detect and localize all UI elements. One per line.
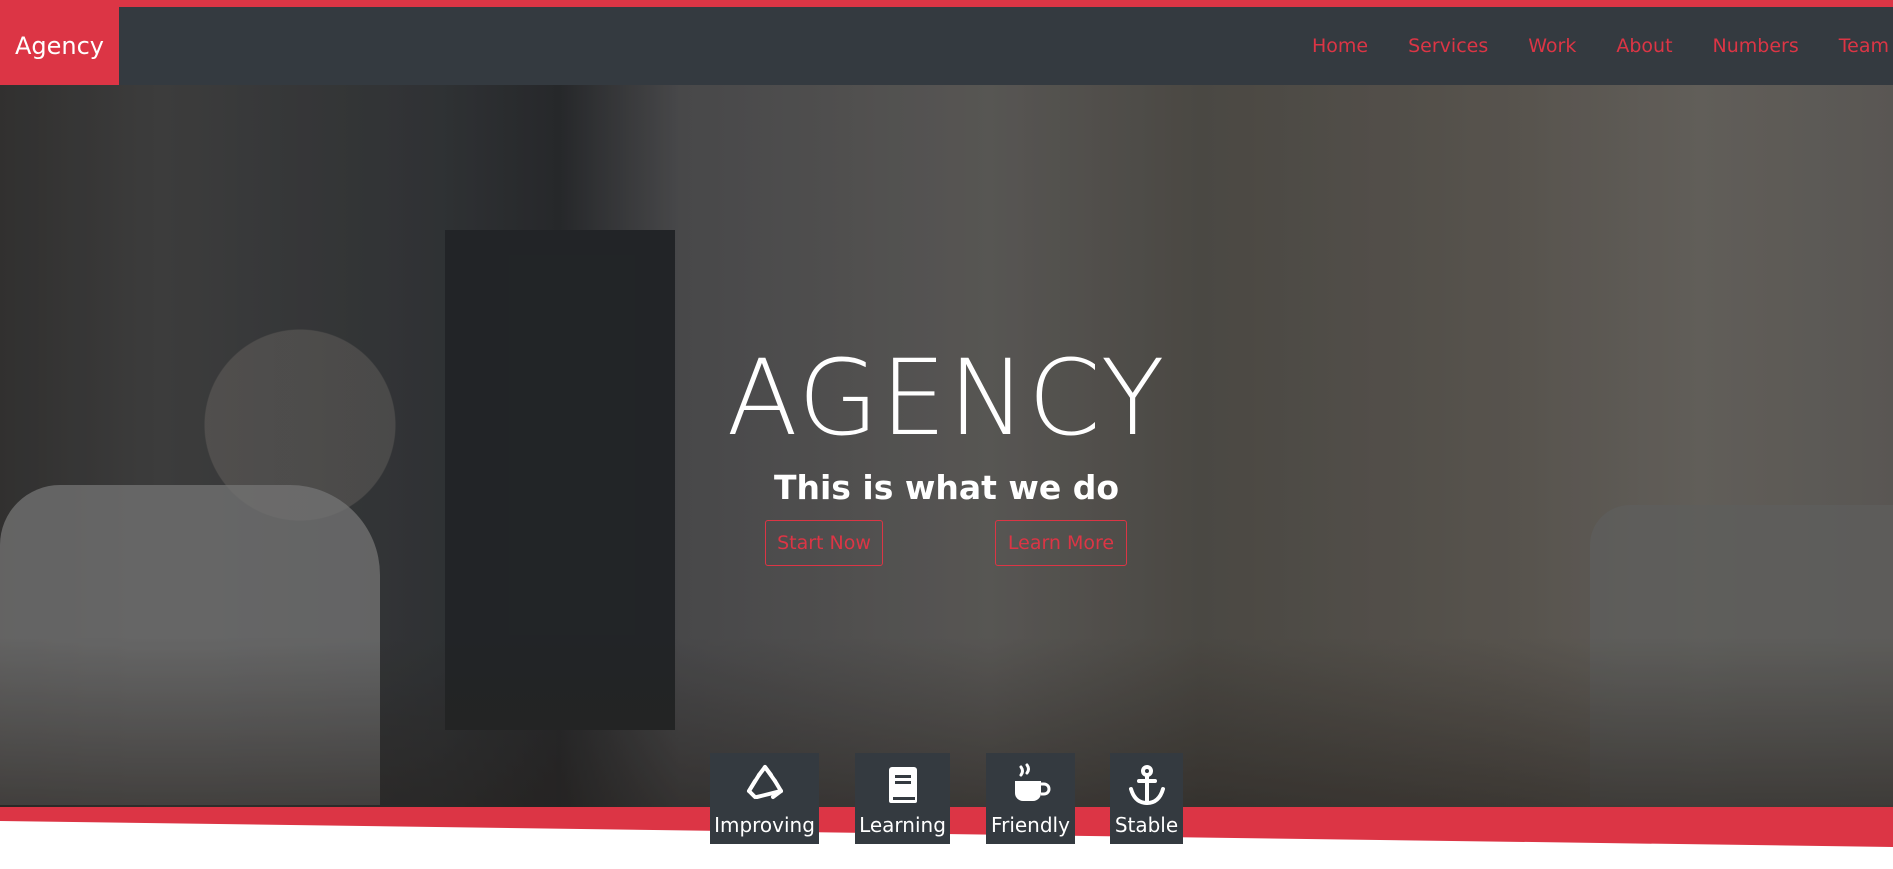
brand-logo[interactable]: Agency	[0, 7, 119, 85]
nav-link-services[interactable]: Services	[1408, 35, 1488, 57]
feature-stable[interactable]: Stable	[1110, 753, 1183, 844]
hero-subtitle: This is what we do	[773, 468, 1120, 507]
recycle-icon	[746, 764, 783, 799]
learn-more-button[interactable]: Learn More	[995, 520, 1127, 566]
feature-improving[interactable]: Improving	[710, 753, 819, 844]
book-icon	[888, 766, 917, 803]
nav-link-home[interactable]: Home	[1312, 35, 1368, 57]
feature-label: Stable	[1114, 812, 1179, 837]
nav-links: Home Services Work About Numbers Team	[1272, 7, 1893, 85]
feature-label: Improving	[714, 812, 815, 837]
feature-friendly[interactable]: Friendly	[986, 753, 1075, 844]
coffee-icon	[1014, 763, 1050, 801]
hero-section: AGENCY This is what we do Start Now Lear…	[0, 85, 1893, 807]
nav-link-about[interactable]: About	[1616, 35, 1672, 57]
nav-link-numbers[interactable]: Numbers	[1713, 35, 1799, 57]
nav-link-team[interactable]: Team	[1839, 35, 1889, 57]
start-now-button[interactable]: Start Now	[765, 520, 883, 566]
anchor-icon	[1128, 764, 1165, 805]
nav-link-work[interactable]: Work	[1528, 35, 1576, 57]
feature-label: Learning	[859, 812, 946, 837]
top-accent-bar	[0, 0, 1893, 7]
feature-learning[interactable]: Learning	[855, 753, 950, 844]
navbar: Agency Home Services Work About Numbers …	[0, 7, 1893, 85]
feature-label: Friendly	[991, 812, 1070, 837]
hero-title: AGENCY	[726, 337, 1167, 459]
